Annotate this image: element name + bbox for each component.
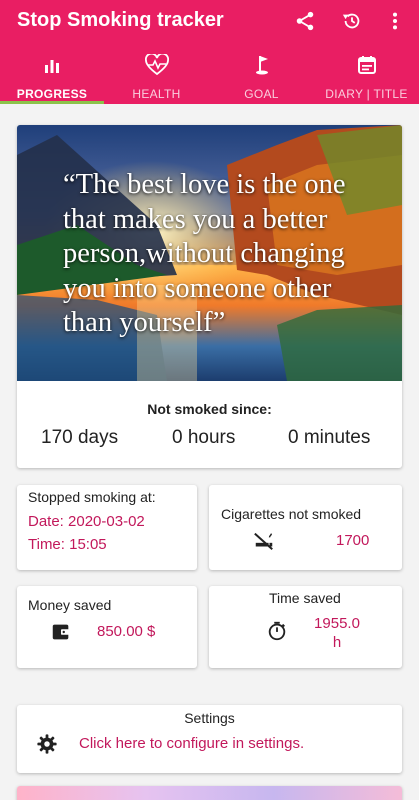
share-button[interactable] (290, 6, 320, 36)
stopwatch-icon (265, 619, 289, 643)
quote-image: “The best love is the one that makes you… (17, 125, 402, 381)
money-value: 850.00 $ (97, 623, 156, 640)
quote-line: than yourself” (63, 307, 226, 338)
restore-icon (342, 13, 360, 29)
share-icon (296, 11, 314, 31)
golf-flag-icon (255, 56, 268, 75)
time-value-line2: h (332, 634, 342, 651)
calendar-icon (357, 56, 376, 74)
settings-link[interactable]: Click here to configure in settings. (79, 735, 304, 752)
quote-card: “The best love is the one that makes you… (17, 125, 402, 468)
stopped-time: Time: 15:05 (28, 536, 107, 553)
quote-line: you into someone other (63, 272, 332, 304)
more-options-button[interactable] (380, 6, 410, 36)
tab-bar: PROGRESS HEALTH GOAL DIARY | TITLE (0, 50, 419, 104)
tab-label: PROGRESS (16, 87, 88, 101)
more-vert-icon (392, 12, 398, 30)
gear-icon (35, 732, 59, 756)
tab-label: GOAL (244, 87, 279, 101)
quote-text: “The best love is the one that makes you… (63, 168, 393, 341)
quote-line: person,without changing (63, 238, 345, 269)
not-smoked-minutes: 0 minutes (288, 427, 371, 448)
quote-line: that makes you a better (63, 203, 328, 235)
not-smoked-title: Not smoked since: (147, 401, 272, 417)
settings-card[interactable]: Settings Click here to configure in sett… (17, 705, 402, 773)
tab-progress[interactable]: PROGRESS (0, 50, 104, 104)
stopped-smoking-card[interactable]: Stopped smoking at: Date: 2020-03-02 Tim… (17, 485, 197, 570)
heart-pulse-icon (144, 54, 169, 76)
bar-chart-icon (45, 60, 59, 73)
quote-line: “The best love is the one (63, 169, 346, 200)
money-title: Money saved (28, 597, 112, 613)
time-saved-card: Time saved 1955.0 h (209, 586, 402, 668)
wallet-icon (49, 620, 73, 644)
app-title: Stop Smoking tracker (17, 9, 224, 31)
settings-title: Settings (184, 710, 235, 726)
cigarettes-value: 1700 (336, 532, 370, 549)
app-bar: Stop Smoking tracker PROGRESS HEALTH GOA… (0, 0, 419, 104)
cigarettes-title: Cigarettes not smoked (221, 506, 362, 522)
stopped-title: Stopped smoking at: (28, 489, 156, 505)
tab-health[interactable]: HEALTH (104, 50, 209, 104)
tab-label: HEALTH (132, 87, 181, 101)
money-saved-card: Money saved 850.00 $ (17, 586, 197, 668)
tab-diary[interactable]: DIARY | TITLE (314, 50, 419, 104)
next-card-peek (17, 786, 402, 800)
not-smoked-days: 170 days (41, 427, 119, 448)
stopped-date: Date: 2020-03-02 (28, 513, 145, 530)
tab-goal[interactable]: GOAL (209, 50, 314, 104)
not-smoked-hours: 0 hours (172, 427, 236, 448)
tab-label: DIARY | TITLE (325, 87, 408, 101)
time-title: Time saved (269, 590, 341, 606)
cigarettes-card: Cigarettes not smoked 1700 (209, 485, 402, 570)
tab-indicator (0, 101, 104, 104)
time-value-line1: 1955.0 (314, 615, 360, 632)
no-smoking-icon (252, 529, 276, 553)
restore-button[interactable] (337, 6, 367, 36)
